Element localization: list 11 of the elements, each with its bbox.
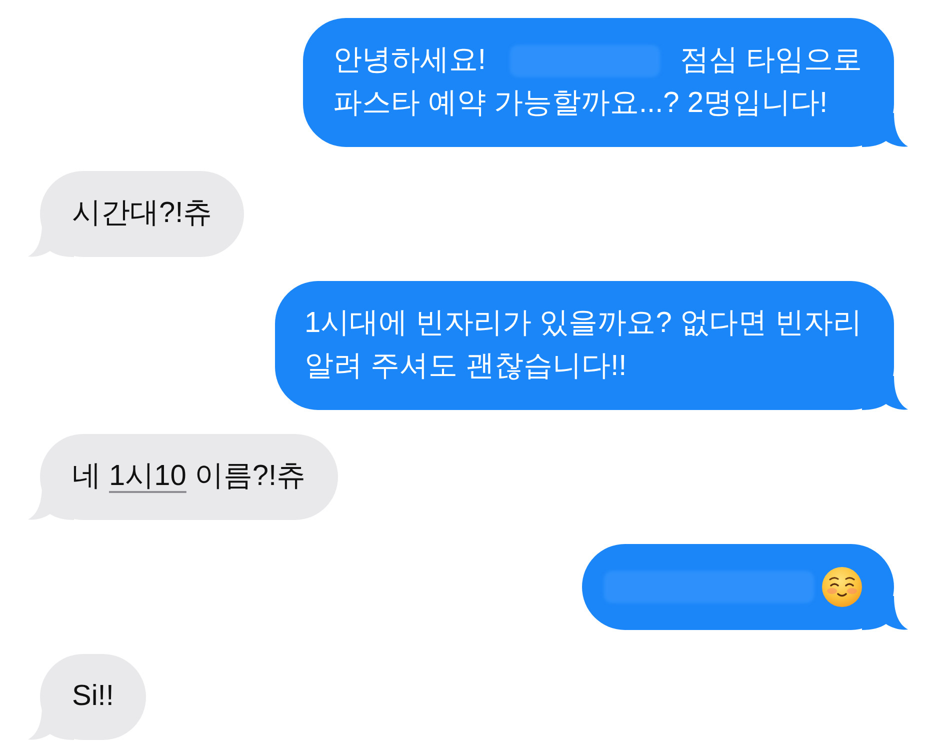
message-text: 파스타 예약 가능할까요...? 2명입니다! xyxy=(332,86,828,121)
message-text: 점심 타임으로 xyxy=(680,43,862,78)
message-text: 이름?!츄 xyxy=(194,459,306,494)
time-link[interactable]: 1시10 xyxy=(109,455,186,498)
smiling-face-icon xyxy=(822,566,862,606)
message-text: 시간대?!츄 xyxy=(72,196,212,231)
message-text: Si!! xyxy=(72,679,114,714)
message-text: 알려 주셔도 괜찮습니다!! xyxy=(304,349,627,384)
message-text: 안녕하세요! xyxy=(332,43,486,78)
message-text: 네 xyxy=(72,459,101,494)
message-text: 1시대에 빈자리가 있을까요? 없다면 빈자리 xyxy=(304,306,862,341)
